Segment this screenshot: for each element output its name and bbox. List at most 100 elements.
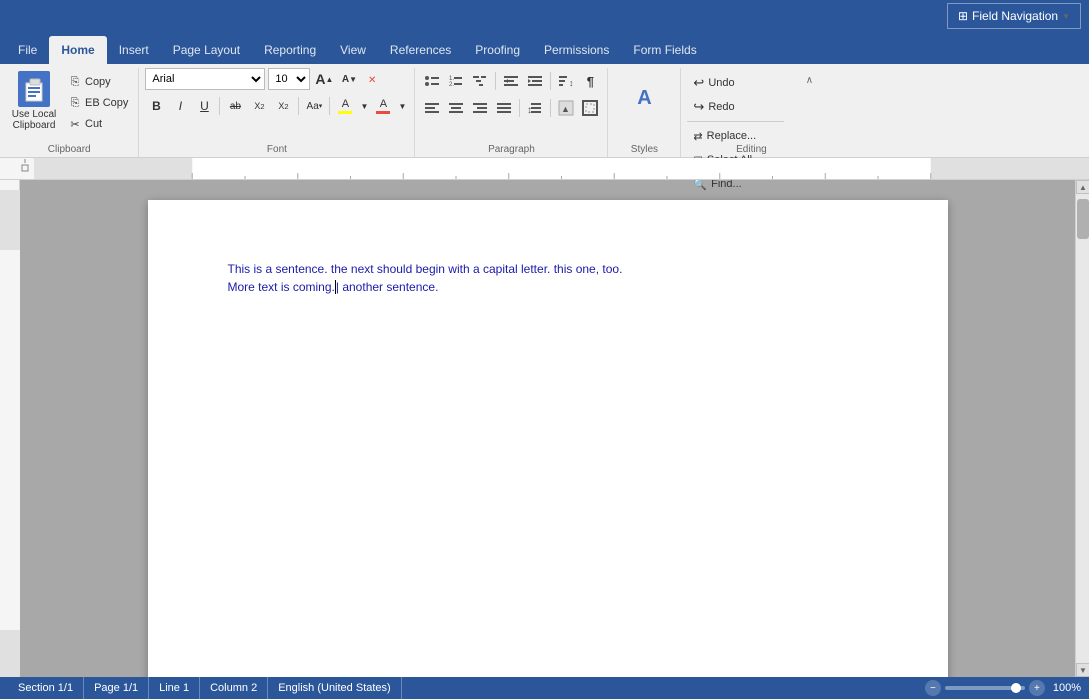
tab-home[interactable]: Home bbox=[49, 36, 106, 64]
font-color-dropdown-button[interactable]: ▼ bbox=[396, 95, 408, 117]
subscript-button[interactable]: X2 bbox=[248, 95, 270, 117]
text-line-1-content: This is a sentence. the next should begi… bbox=[228, 262, 623, 276]
ruler-svg bbox=[34, 158, 1089, 180]
redo-label: Redo bbox=[708, 101, 734, 113]
copy-button[interactable]: ⎘ Copy bbox=[64, 72, 132, 92]
styles-group-label: Styles bbox=[608, 144, 680, 155]
align-center-button[interactable] bbox=[445, 97, 467, 119]
multilevel-list-button[interactable] bbox=[469, 70, 491, 92]
underline-button[interactable]: U bbox=[193, 95, 215, 117]
zoom-slider-thumb[interactable] bbox=[1011, 683, 1021, 693]
scrollbar-up-arrow[interactable]: ▲ bbox=[1076, 180, 1089, 194]
superscript-button[interactable]: X2 bbox=[272, 95, 294, 117]
language-label: English (United States) bbox=[278, 682, 391, 694]
font-size-select[interactable]: 10 bbox=[268, 68, 310, 90]
grow-font-button[interactable]: A▲ bbox=[313, 68, 335, 90]
numbering-button[interactable]: 1.2. bbox=[445, 70, 467, 92]
column-status[interactable]: Column 2 bbox=[200, 677, 268, 699]
left-ruler-svg bbox=[0, 190, 20, 677]
zoom-control: − + 100% bbox=[925, 680, 1081, 696]
para-sep2 bbox=[550, 72, 551, 90]
clear-formatting-button[interactable]: ✕ bbox=[363, 68, 385, 90]
tab-file[interactable]: File bbox=[6, 36, 49, 64]
tab-form-fields[interactable]: Form Fields bbox=[621, 36, 708, 64]
left-ruler bbox=[0, 180, 20, 677]
status-right: − + 100% bbox=[925, 680, 1081, 696]
tab-references[interactable]: References bbox=[378, 36, 463, 64]
para-sep4 bbox=[550, 99, 551, 117]
font-family-select[interactable]: Arial bbox=[145, 68, 265, 90]
font-color-button[interactable]: A bbox=[372, 95, 394, 117]
field-navigation-button[interactable]: ⊞ Field Navigation ▼ bbox=[947, 3, 1081, 29]
italic-button[interactable]: I bbox=[169, 95, 191, 117]
eb-copy-label: EB Copy bbox=[85, 97, 128, 109]
replace-label: Replace... bbox=[707, 130, 757, 142]
copy-label: Copy bbox=[85, 76, 111, 88]
tab-view[interactable]: View bbox=[328, 36, 378, 64]
text-line-2-part1: More text is coming. bbox=[228, 280, 335, 294]
align-left-button[interactable] bbox=[421, 97, 443, 119]
section-label: Section bbox=[18, 682, 55, 694]
field-nav-dropdown-arrow: ▼ bbox=[1062, 12, 1070, 21]
main-area: This is a sentence. the next should begi… bbox=[0, 180, 1089, 677]
scrollbar-down-arrow[interactable]: ▼ bbox=[1076, 663, 1089, 677]
zoom-slider[interactable] bbox=[945, 686, 1025, 690]
zoom-in-icon[interactable]: + bbox=[1029, 680, 1045, 696]
text-line-2: More text is coming.| another sentence. bbox=[228, 278, 868, 296]
strikethrough-button[interactable]: ab bbox=[224, 95, 246, 117]
tab-permissions[interactable]: Permissions bbox=[532, 36, 621, 64]
increase-indent-button[interactable] bbox=[524, 70, 546, 92]
border-button[interactable] bbox=[579, 97, 601, 119]
eb-copy-button[interactable]: ⎘ EB Copy bbox=[64, 93, 132, 113]
language-status[interactable]: English (United States) bbox=[268, 677, 402, 699]
copy-icon: ⎘ bbox=[68, 75, 82, 89]
cut-label: Cut bbox=[85, 118, 102, 130]
zoom-percent-label: 100% bbox=[1053, 682, 1081, 694]
svg-text:2.: 2. bbox=[449, 82, 454, 88]
doc-page[interactable]: This is a sentence. the next should begi… bbox=[148, 200, 948, 677]
sort-button[interactable]: ↕ bbox=[555, 70, 577, 92]
highlight-color-button[interactable]: A bbox=[334, 95, 356, 117]
tab-proofing[interactable]: Proofing bbox=[463, 36, 532, 64]
svg-text:↕: ↕ bbox=[569, 78, 574, 88]
line-status[interactable]: Line 1 bbox=[149, 677, 200, 699]
editing-group-label: Editing bbox=[681, 144, 821, 155]
editing-group: ↩ Undo ↪ Redo ⇄ Replace... ▣ Select All bbox=[681, 68, 821, 157]
shading-button[interactable]: ▲ bbox=[555, 97, 577, 119]
zoom-out-icon[interactable]: − bbox=[925, 680, 941, 696]
editing-sep1 bbox=[687, 121, 783, 122]
tab-page-layout[interactable]: Page Layout bbox=[161, 36, 252, 64]
doc-text[interactable]: This is a sentence. the next should begi… bbox=[228, 260, 868, 296]
font-color-bar bbox=[376, 111, 390, 114]
text-line-2-part2: another sentence. bbox=[339, 280, 438, 294]
highlight-color-bar bbox=[338, 111, 352, 114]
column-label: Column bbox=[210, 682, 248, 694]
scrollbar-thumb[interactable] bbox=[1077, 199, 1089, 239]
undo-button[interactable]: ↩ Undo bbox=[687, 72, 783, 94]
tab-insert[interactable]: Insert bbox=[107, 36, 161, 64]
justify-button[interactable] bbox=[493, 97, 515, 119]
field-navigation-icon: ⊞ bbox=[958, 9, 968, 23]
styles-box[interactable]: A bbox=[614, 68, 674, 128]
doc-area[interactable]: This is a sentence. the next should begi… bbox=[20, 180, 1075, 677]
para-row-2: ↕ ▲ bbox=[421, 97, 601, 119]
scrollbar-track[interactable] bbox=[1076, 194, 1089, 663]
line-spacing-button[interactable]: ↕ bbox=[524, 97, 546, 119]
ribbon-collapse-button[interactable]: ∧ bbox=[799, 70, 819, 90]
paste-button[interactable]: Use Local Clipboard bbox=[6, 68, 62, 134]
decrease-indent-button[interactable] bbox=[500, 70, 522, 92]
section-status[interactable]: Section 1/1 bbox=[8, 677, 84, 699]
page-value: 1/1 bbox=[123, 682, 138, 694]
cut-button[interactable]: ✂ Cut bbox=[64, 114, 132, 134]
bullets-button[interactable] bbox=[421, 70, 443, 92]
undo-label: Undo bbox=[708, 77, 734, 89]
align-right-button[interactable] bbox=[469, 97, 491, 119]
tab-reporting[interactable]: Reporting bbox=[252, 36, 328, 64]
shrink-font-button[interactable]: A▼ bbox=[338, 68, 360, 90]
change-case-button[interactable]: Aa▾ bbox=[303, 95, 325, 117]
show-formatting-button[interactable]: ¶ bbox=[579, 70, 601, 92]
page-status[interactable]: Page 1/1 bbox=[84, 677, 149, 699]
bold-button[interactable]: B bbox=[145, 95, 167, 117]
redo-button[interactable]: ↪ Redo bbox=[687, 96, 783, 118]
highlight-dropdown-button[interactable]: ▼ bbox=[358, 95, 370, 117]
